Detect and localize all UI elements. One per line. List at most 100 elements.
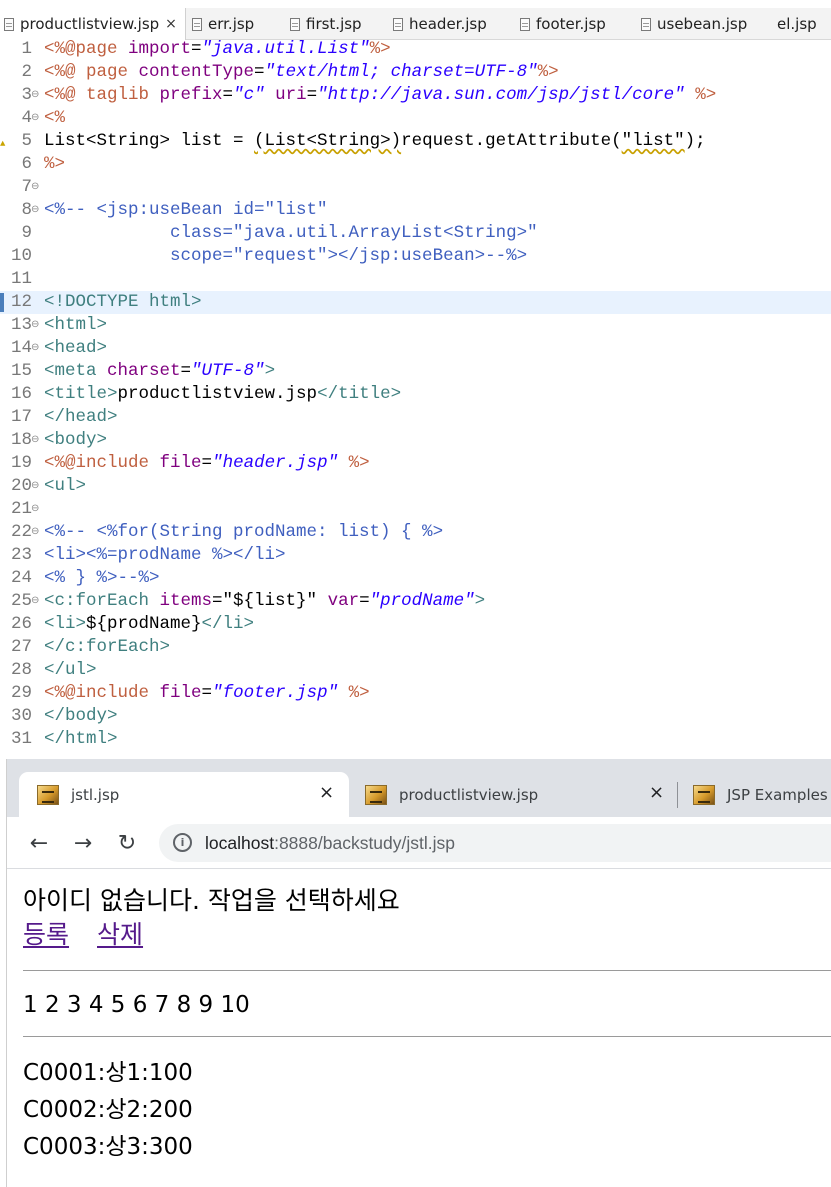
code-line[interactable]: 1 <%@page import="java.util.List"%> <box>0 38 831 61</box>
code-text[interactable]: scope="request"></jsp:useBean>--%> <box>44 245 527 268</box>
line-number: 20 <box>10 476 32 496</box>
code-token: "UTF-8" <box>191 361 265 381</box>
code-text[interactable]: </ul> <box>44 659 97 682</box>
code-text[interactable]: <c:forEach items="${list}" var="prodName… <box>44 590 485 613</box>
code-line[interactable]: 10 scope="request"></jsp:useBean>--%> <box>0 245 831 268</box>
code-line[interactable]: 24 <% } %>--%> <box>0 567 831 590</box>
fold-toggle-icon[interactable]: ⊖ <box>31 107 39 130</box>
code-line[interactable]: 29 <%@include file="footer.jsp" %> <box>0 682 831 705</box>
code-line[interactable]: 28 </ul> <box>0 659 831 682</box>
code-text[interactable]: <meta charset="UTF-8"> <box>44 360 275 383</box>
browser-tab-jsp-examples[interactable]: JSP Examples <box>683 772 831 817</box>
code-text[interactable]: <title>productlistview.jsp</title> <box>44 383 401 406</box>
fold-toggle-icon[interactable]: ⊖ <box>31 498 39 521</box>
code-text[interactable]: <ul> <box>44 475 86 498</box>
code-line[interactable]: 19 <%@include file="header.jsp" %> <box>0 452 831 475</box>
code-line[interactable]: 8 ⊖ <%-- <jsp:useBean id="list" <box>0 199 831 222</box>
code-line[interactable]: 12 <!DOCTYPE html> <box>0 291 831 314</box>
code-text[interactable]: <% <box>44 107 65 130</box>
code-text[interactable]: </head> <box>44 406 118 429</box>
editor-tab-err[interactable]: err.jsp <box>192 8 254 40</box>
editor-tab-first[interactable]: first.jsp <box>290 8 362 40</box>
site-info-icon[interactable]: i <box>173 833 192 852</box>
code-line[interactable]: 27 </c:forEach> <box>0 636 831 659</box>
url-text[interactable]: localhost:8888/backstudy/jstl.jsp <box>205 824 455 862</box>
code-line[interactable]: 9 class="java.util.ArrayList<String>" <box>0 222 831 245</box>
code-line[interactable]: 16 <title>productlistview.jsp</title> <box>0 383 831 406</box>
code-text[interactable]: <%@include file="footer.jsp" %> <box>44 682 370 705</box>
code-line[interactable]: 17 </head> <box>0 406 831 429</box>
close-tab-icon[interactable]: × <box>319 782 334 803</box>
code-text[interactable]: </html> <box>44 728 118 751</box>
code-text[interactable]: <%-- <jsp:useBean id="list" <box>44 199 328 222</box>
code-text[interactable]: <%@ taglib prefix="c" uri="http://java.s… <box>44 84 716 107</box>
code-line[interactable]: 30 </body> <box>0 705 831 728</box>
code-text[interactable]: <head> <box>44 337 107 360</box>
code-text[interactable]: <li><%=prodName %></li> <box>44 544 286 567</box>
code-text[interactable]: <li>${prodName}</li> <box>44 613 254 636</box>
code-line[interactable]: 2 <%@ page contentType="text/html; charse… <box>0 61 831 84</box>
code-token: <%@include <box>44 453 160 473</box>
code-line[interactable]: 6 %> <box>0 153 831 176</box>
code-line[interactable]: 3 ⊖ <%@ taglib prefix="c" uri="http://java… <box>0 84 831 107</box>
code-line[interactable]: 11 <box>0 268 831 291</box>
code-line[interactable]: 15 <meta charset="UTF-8"> <box>0 360 831 383</box>
fold-toggle-icon[interactable]: ⊖ <box>31 199 39 222</box>
code-line[interactable]: 14 ⊖ <head> <box>0 337 831 360</box>
forward-arrow-icon[interactable]: → <box>68 828 98 858</box>
code-text[interactable]: <%@ page contentType="text/html; charset… <box>44 61 559 84</box>
editor-tab-header[interactable]: header.jsp <box>393 8 487 40</box>
fold-toggle-icon[interactable]: ⊖ <box>31 176 39 199</box>
editor-tab-el[interactable]: el.jsp <box>777 8 817 40</box>
reload-icon[interactable]: ↻ <box>112 828 142 858</box>
editor-tab-footer[interactable]: footer.jsp <box>520 8 606 40</box>
browser-tab-productlistview[interactable]: productlistview.jsp × <box>353 772 673 817</box>
fold-toggle-icon[interactable]: ⊖ <box>31 314 39 337</box>
code-text[interactable]: <% } %>--%> <box>44 567 160 590</box>
browser-tab-jstl[interactable]: jstl.jsp × <box>19 772 349 817</box>
code-token: <%@include <box>44 683 160 703</box>
code-line[interactable]: 22 ⊖ <%-- <%for(String prodName: list) { %… <box>0 521 831 544</box>
code-text[interactable]: %> <box>44 153 65 176</box>
code-token: <% } %>--%> <box>44 568 160 588</box>
code-line[interactable]: 20 ⊖ <ul> <box>0 475 831 498</box>
register-link[interactable]: 등록 <box>23 920 69 949</box>
close-tab-icon[interactable]: × <box>649 782 664 803</box>
code-text[interactable]: </c:forEach> <box>44 636 170 659</box>
editor-tab-productlistview[interactable]: productlistview.jsp × <box>0 8 186 40</box>
code-line[interactable]: 23 <li><%=prodName %></li> <box>0 544 831 567</box>
code-text[interactable]: <!DOCTYPE html> <box>44 291 202 314</box>
fold-toggle-icon[interactable]: ⊖ <box>31 84 39 107</box>
code-text[interactable]: <html> <box>44 314 107 337</box>
fold-toggle-icon[interactable]: ⊖ <box>31 337 39 360</box>
fold-toggle-icon[interactable]: ⊖ <box>31 521 39 544</box>
code-text[interactable]: List<String> list = (List<String>)reques… <box>44 130 706 153</box>
code-text[interactable]: <%@page import="java.util.List"%> <box>44 38 391 61</box>
code-line[interactable]: 25 ⊖ <c:forEach items="${list}" var="prodN… <box>0 590 831 613</box>
code-text[interactable]: <%@include file="header.jsp" %> <box>44 452 370 475</box>
fold-toggle-icon[interactable]: ⊖ <box>31 429 39 452</box>
line-number: 22 <box>10 522 32 542</box>
code-line[interactable]: 18 ⊖ <body> <box>0 429 831 452</box>
fold-toggle-icon[interactable]: ⊖ <box>31 475 39 498</box>
code-line[interactable]: 13 ⊖ <html> <box>0 314 831 337</box>
close-icon[interactable]: × <box>165 16 177 32</box>
code-line[interactable]: 7 ⊖ <box>0 176 831 199</box>
product-item: C0002:상2:200 <box>23 1097 193 1123</box>
code-text[interactable]: <%-- <%for(String prodName: list) { %> <box>44 521 443 544</box>
code-editor[interactable]: productlistview.jsp × err.jsp first.jsp … <box>0 0 831 760</box>
editor-tab-usebean[interactable]: usebean.jsp <box>641 8 747 40</box>
code-line[interactable]: 26 <li>${prodName}</li> <box>0 613 831 636</box>
code-line[interactable]: 31 </html> <box>0 728 831 751</box>
code-text[interactable]: <body> <box>44 429 107 452</box>
code-line[interactable]: ▲ 5 List<String> list = (List<String>)requ… <box>0 130 831 153</box>
code-line[interactable]: 21 ⊖ <box>0 498 831 521</box>
delete-link[interactable]: 삭제 <box>97 920 143 949</box>
jsp-file-icon <box>393 17 403 31</box>
code-text[interactable]: </body> <box>44 705 118 728</box>
address-bar[interactable]: i localhost:8888/backstudy/jstl.jsp <box>159 824 831 862</box>
code-text[interactable]: class="java.util.ArrayList<String>" <box>44 222 538 245</box>
code-line[interactable]: 4 ⊖ <% <box>0 107 831 130</box>
back-arrow-icon[interactable]: ← <box>24 828 54 858</box>
fold-toggle-icon[interactable]: ⊖ <box>31 590 39 613</box>
